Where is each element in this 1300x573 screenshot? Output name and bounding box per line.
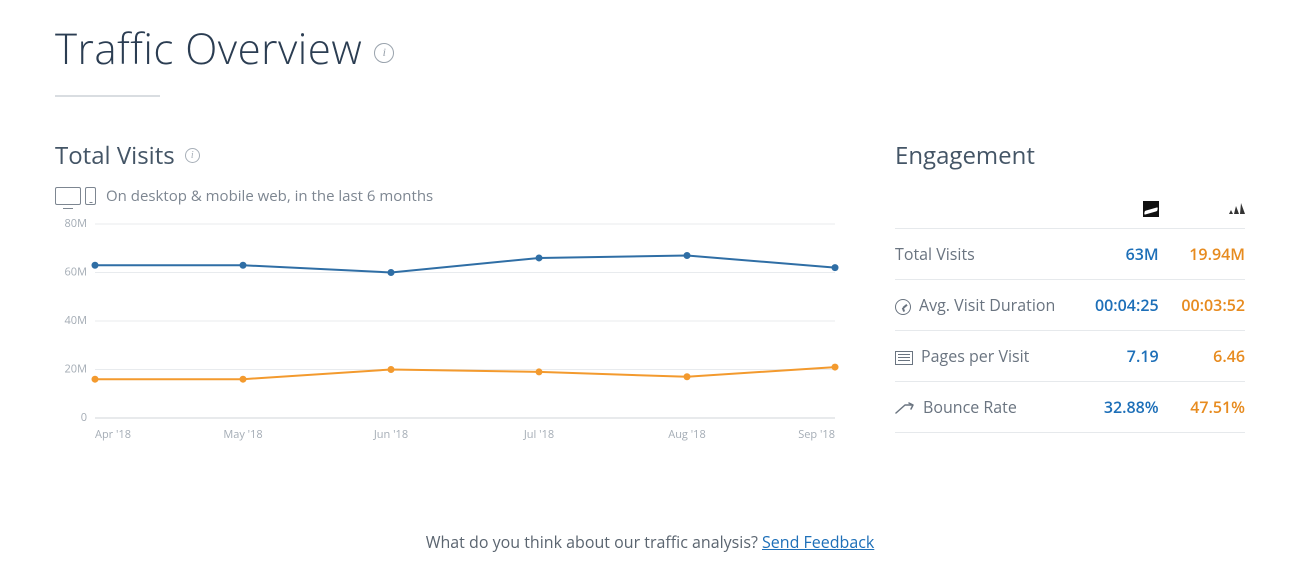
pages-icon — [895, 351, 913, 365]
svg-text:20M: 20M — [65, 362, 87, 377]
svg-text:Jul '18: Jul '18 — [523, 427, 554, 442]
traffic-overview-page: Traffic Overview i Total Visits i On des… — [0, 0, 1300, 573]
pages-per-visit-value-a: 7.19 — [1082, 331, 1170, 382]
page-header: Traffic Overview i — [55, 20, 1245, 77]
device-icons — [55, 187, 96, 205]
desktop-icon — [55, 187, 81, 205]
svg-text:0: 0 — [81, 410, 87, 425]
brand-b-header — [1171, 190, 1245, 229]
chart-x-axis: Apr '18 May '18 Jun '18 Jul '18 Aug '18 Sep '… — [95, 427, 835, 442]
svg-text:Sep '18: Sep '18 — [798, 427, 835, 442]
info-icon[interactable]: i — [185, 148, 200, 163]
brand-a-header — [1082, 190, 1170, 229]
engagement-title: Engagement — [895, 139, 1245, 172]
engagement-panel: Engagement — [895, 139, 1245, 446]
total-visits-title-row: Total Visits i — [55, 139, 845, 172]
chart-y-axis: 0 20M 40M 60M 80M — [65, 216, 87, 425]
nike-icon — [1143, 201, 1159, 217]
send-feedback-link[interactable]: Send Feedback — [762, 531, 874, 553]
row-avg-duration: Avg. Visit Duration 00:04:25 00:03:52 — [895, 280, 1245, 331]
total-visits-panel: Total Visits i On desktop & mobile web, … — [55, 139, 845, 446]
title-underline — [55, 95, 160, 97]
row-label: Bounce Rate — [923, 396, 1017, 418]
total-visits-value-a: 63M — [1082, 229, 1170, 280]
svg-text:80M: 80M — [65, 216, 87, 231]
bounce-rate-value-a: 32.88% — [1082, 382, 1170, 433]
adidas-icon — [1229, 201, 1245, 217]
row-label: Avg. Visit Duration — [919, 294, 1055, 316]
total-visits-title: Total Visits — [55, 139, 175, 172]
engagement-header-row — [895, 190, 1245, 229]
avg-duration-value-b: 00:03:52 — [1171, 280, 1245, 331]
chart-series — [92, 252, 839, 383]
bounce-icon — [895, 402, 915, 416]
total-visits-subtitle: On desktop & mobile web, in the last 6 m… — [106, 186, 433, 206]
row-bounce-rate: Bounce Rate 32.88% 47.51% — [895, 382, 1245, 433]
row-label: Total Visits — [895, 243, 975, 265]
svg-text:Apr '18: Apr '18 — [95, 427, 131, 442]
page-title: Traffic Overview — [55, 20, 362, 77]
total-visits-value-b: 19.94M — [1171, 229, 1245, 280]
avg-duration-value-a: 00:04:25 — [1082, 280, 1170, 331]
total-visits-subtitle-row: On desktop & mobile web, in the last 6 m… — [55, 186, 845, 206]
svg-text:Jun '18: Jun '18 — [373, 427, 408, 442]
mobile-icon — [85, 187, 96, 205]
feedback-bar: What do you think about our traffic anal… — [0, 531, 1300, 553]
total-visits-chart: 0 20M 40M 60M 80M Apr '18 May '18 Jun '18 Jul '… — [55, 216, 845, 446]
row-label: Pages per Visit — [921, 345, 1029, 367]
chart-gridlines — [95, 224, 835, 418]
clock-icon — [895, 299, 911, 315]
feedback-prompt: What do you think about our traffic anal… — [426, 531, 762, 553]
row-total-visits: Total Visits 63M 19.94M — [895, 229, 1245, 280]
content-columns: Total Visits i On desktop & mobile web, … — [55, 139, 1245, 446]
pages-per-visit-value-b: 6.46 — [1171, 331, 1245, 382]
svg-text:40M: 40M — [65, 313, 87, 328]
info-icon[interactable]: i — [374, 43, 394, 63]
chart-svg: 0 20M 40M 60M 80M Apr '18 May '18 Jun '18 Jul '… — [55, 216, 845, 446]
bounce-rate-value-b: 47.51% — [1171, 382, 1245, 433]
row-pages-per-visit: Pages per Visit 7.19 6.46 — [895, 331, 1245, 382]
svg-text:Aug '18: Aug '18 — [668, 427, 706, 442]
engagement-table: Total Visits 63M 19.94M Avg. Visit Durat… — [895, 190, 1245, 433]
svg-text:May '18: May '18 — [223, 427, 262, 442]
svg-text:60M: 60M — [65, 265, 87, 280]
